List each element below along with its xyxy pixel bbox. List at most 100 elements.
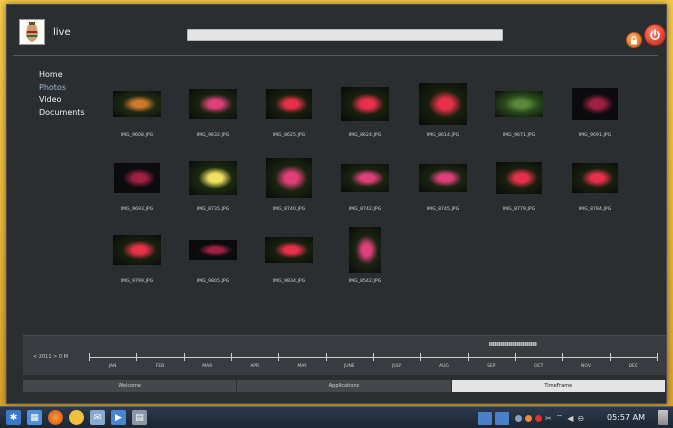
photo-item[interactable]: IMG_9691.JPG — [557, 81, 633, 138]
nav-item-documents[interactable]: Documents — [39, 107, 85, 120]
photo-item[interactable]: IMG_9805.JPG — [175, 227, 251, 284]
kde-icon[interactable]: ✱ — [6, 410, 21, 425]
timeline-tick — [467, 353, 469, 361]
clock[interactable]: 05:57 AM — [607, 413, 645, 422]
power-icon — [650, 29, 660, 40]
timeline-month-label[interactable]: MAR — [192, 364, 222, 369]
photo-filename: IMG_9691.JPG — [578, 133, 612, 138]
files-icon[interactable]: ▦ — [27, 410, 42, 425]
mail-icon[interactable]: ✉ — [90, 410, 105, 425]
photo-item[interactable]: IMG_8614.JPG — [405, 81, 481, 138]
photo-item[interactable]: IMG_9693.JPG — [99, 155, 175, 212]
photo-filename: IMG_8784.JPG — [578, 207, 612, 212]
photo-filename: IMG_9799.JPG — [120, 279, 154, 284]
photo-thumbnail[interactable] — [189, 240, 237, 260]
timeline-month-label[interactable]: OCT — [524, 364, 554, 369]
timeline-month-label[interactable]: SEP — [476, 364, 506, 369]
photo-item[interactable]: IMG_9608.JPG — [99, 81, 175, 138]
folder-icon[interactable] — [495, 411, 509, 425]
nav-item-home[interactable]: Home — [39, 69, 85, 82]
photo-thumbnail[interactable] — [572, 163, 618, 193]
taskbar: ✱ ▦ ✉ ▶ ▤ ✂ ⌔ ◀ ⊖ 05:57 AM — [0, 406, 673, 428]
username: live — [53, 27, 71, 38]
chat-icon[interactable] — [69, 410, 84, 425]
timeline[interactable]: < 2011 > 0 M JAN FEB MAR APR MAY JUNE JULY AUG S… — [23, 335, 666, 375]
lock-button[interactable] — [626, 32, 642, 48]
timeline-month-label[interactable]: NOV — [571, 364, 601, 369]
photo-item[interactable]: IMG_8625.JPG — [251, 81, 327, 138]
photo-thumbnail[interactable] — [266, 158, 312, 198]
photo-thumbnail[interactable] — [341, 87, 389, 121]
scissors-icon[interactable]: ✂ — [545, 414, 552, 423]
timeline-month-label[interactable]: JUNE — [334, 364, 364, 369]
error-icon[interactable] — [534, 414, 542, 422]
photo-thumbnail[interactable] — [419, 164, 467, 192]
volume-icon[interactable]: ◀ — [567, 414, 573, 423]
nav-item-photos[interactable]: Photos — [39, 82, 85, 95]
photo-thumbnail[interactable] — [113, 91, 161, 117]
photo-item[interactable]: IMG_9799.JPG — [99, 227, 175, 284]
timeline-tick — [562, 353, 564, 361]
timeline-month-label[interactable]: JULY — [382, 364, 412, 369]
photo-filename: IMG_9608.JPG — [120, 133, 154, 138]
timeline-tick — [183, 353, 185, 361]
photo-thumbnail[interactable] — [114, 163, 160, 193]
photo-thumbnail[interactable] — [266, 89, 312, 119]
timeline-month-label[interactable]: AUG — [429, 364, 459, 369]
photo-item[interactable]: IMG_8784.JPG — [557, 155, 633, 212]
photo-thumbnail[interactable] — [113, 235, 161, 265]
photo-filename: IMG_9805.JPG — [196, 279, 230, 284]
tab-timeframe[interactable]: TimeFrame — [451, 380, 666, 392]
timeline-month-label[interactable]: JAN — [98, 364, 128, 369]
photo-thumbnail[interactable] — [349, 227, 381, 273]
photo-filename: IMG_8735.JPG — [196, 207, 230, 212]
wifi-icon[interactable]: ⌔ — [556, 413, 564, 423]
photo-thumbnail[interactable] — [341, 164, 389, 192]
timeline-month-label[interactable]: MAY — [287, 364, 317, 369]
photo-thumbnail[interactable] — [419, 83, 467, 125]
tab-applications[interactable]: Applications — [237, 380, 452, 392]
update-icon[interactable] — [524, 414, 532, 422]
photo-item[interactable]: IMG_8740.JPG — [251, 155, 327, 212]
sidebar-nav: Home Photos Video Documents — [39, 69, 85, 119]
timeline-year-selector[interactable]: < 2011 > 0 M — [33, 354, 68, 360]
photo-filename: IMG_8779.JPG — [502, 207, 536, 212]
photo-item[interactable]: IMG_8742.JPG — [327, 155, 403, 212]
timeline-month-label[interactable]: DEC — [618, 364, 648, 369]
timeline-tick — [373, 353, 374, 361]
trash-icon[interactable] — [658, 410, 668, 425]
photo-thumbnail[interactable] — [265, 237, 313, 263]
photo-item[interactable]: IMG_9834.JPG — [251, 227, 327, 284]
photo-thumbnail[interactable] — [572, 88, 618, 120]
timeline-month-label[interactable]: APR — [240, 364, 270, 369]
terminal-icon[interactable]: ▤ — [132, 410, 147, 425]
photo-item[interactable]: IMG_8735.JPG — [175, 155, 251, 212]
photo-filename: IMG_9671.JPG — [502, 133, 536, 138]
power-button[interactable] — [644, 24, 666, 46]
photo-item[interactable]: IMG_8542.JPG — [327, 227, 403, 284]
vase-icon — [25, 22, 39, 42]
search-input[interactable] — [187, 29, 503, 41]
nav-item-video[interactable]: Video — [39, 94, 85, 107]
photo-item[interactable]: IMG_8745.JPG — [405, 155, 481, 212]
media-icon[interactable]: ▶ — [111, 410, 126, 425]
battery-icon[interactable]: ⊖ — [577, 414, 584, 423]
timeline-tick — [609, 353, 611, 361]
photo-filename: IMG_8740.JPG — [272, 207, 306, 212]
photo-item[interactable]: IMG_8779.JPG — [481, 155, 557, 212]
timeline-month-label[interactable]: FEB — [145, 364, 175, 369]
photo-item[interactable]: IMG_9632.JPG — [175, 81, 251, 138]
timeline-scroll-handle[interactable] — [489, 342, 537, 346]
tab-welcome[interactable]: Welcome — [23, 380, 238, 392]
folder-icon[interactable] — [478, 411, 492, 425]
timeline-tick — [420, 353, 422, 361]
photo-item[interactable]: IMG_9671.JPG — [481, 81, 557, 138]
photo-thumbnail[interactable] — [495, 91, 543, 117]
photo-thumbnail[interactable] — [189, 89, 237, 119]
photo-thumbnail[interactable] — [189, 161, 237, 195]
photo-thumbnail[interactable] — [496, 162, 542, 194]
photo-item[interactable]: IMG_8624.JPG — [327, 81, 403, 138]
avatar[interactable] — [19, 19, 45, 45]
firefox-icon[interactable] — [48, 410, 63, 425]
network-icon[interactable] — [514, 414, 522, 422]
